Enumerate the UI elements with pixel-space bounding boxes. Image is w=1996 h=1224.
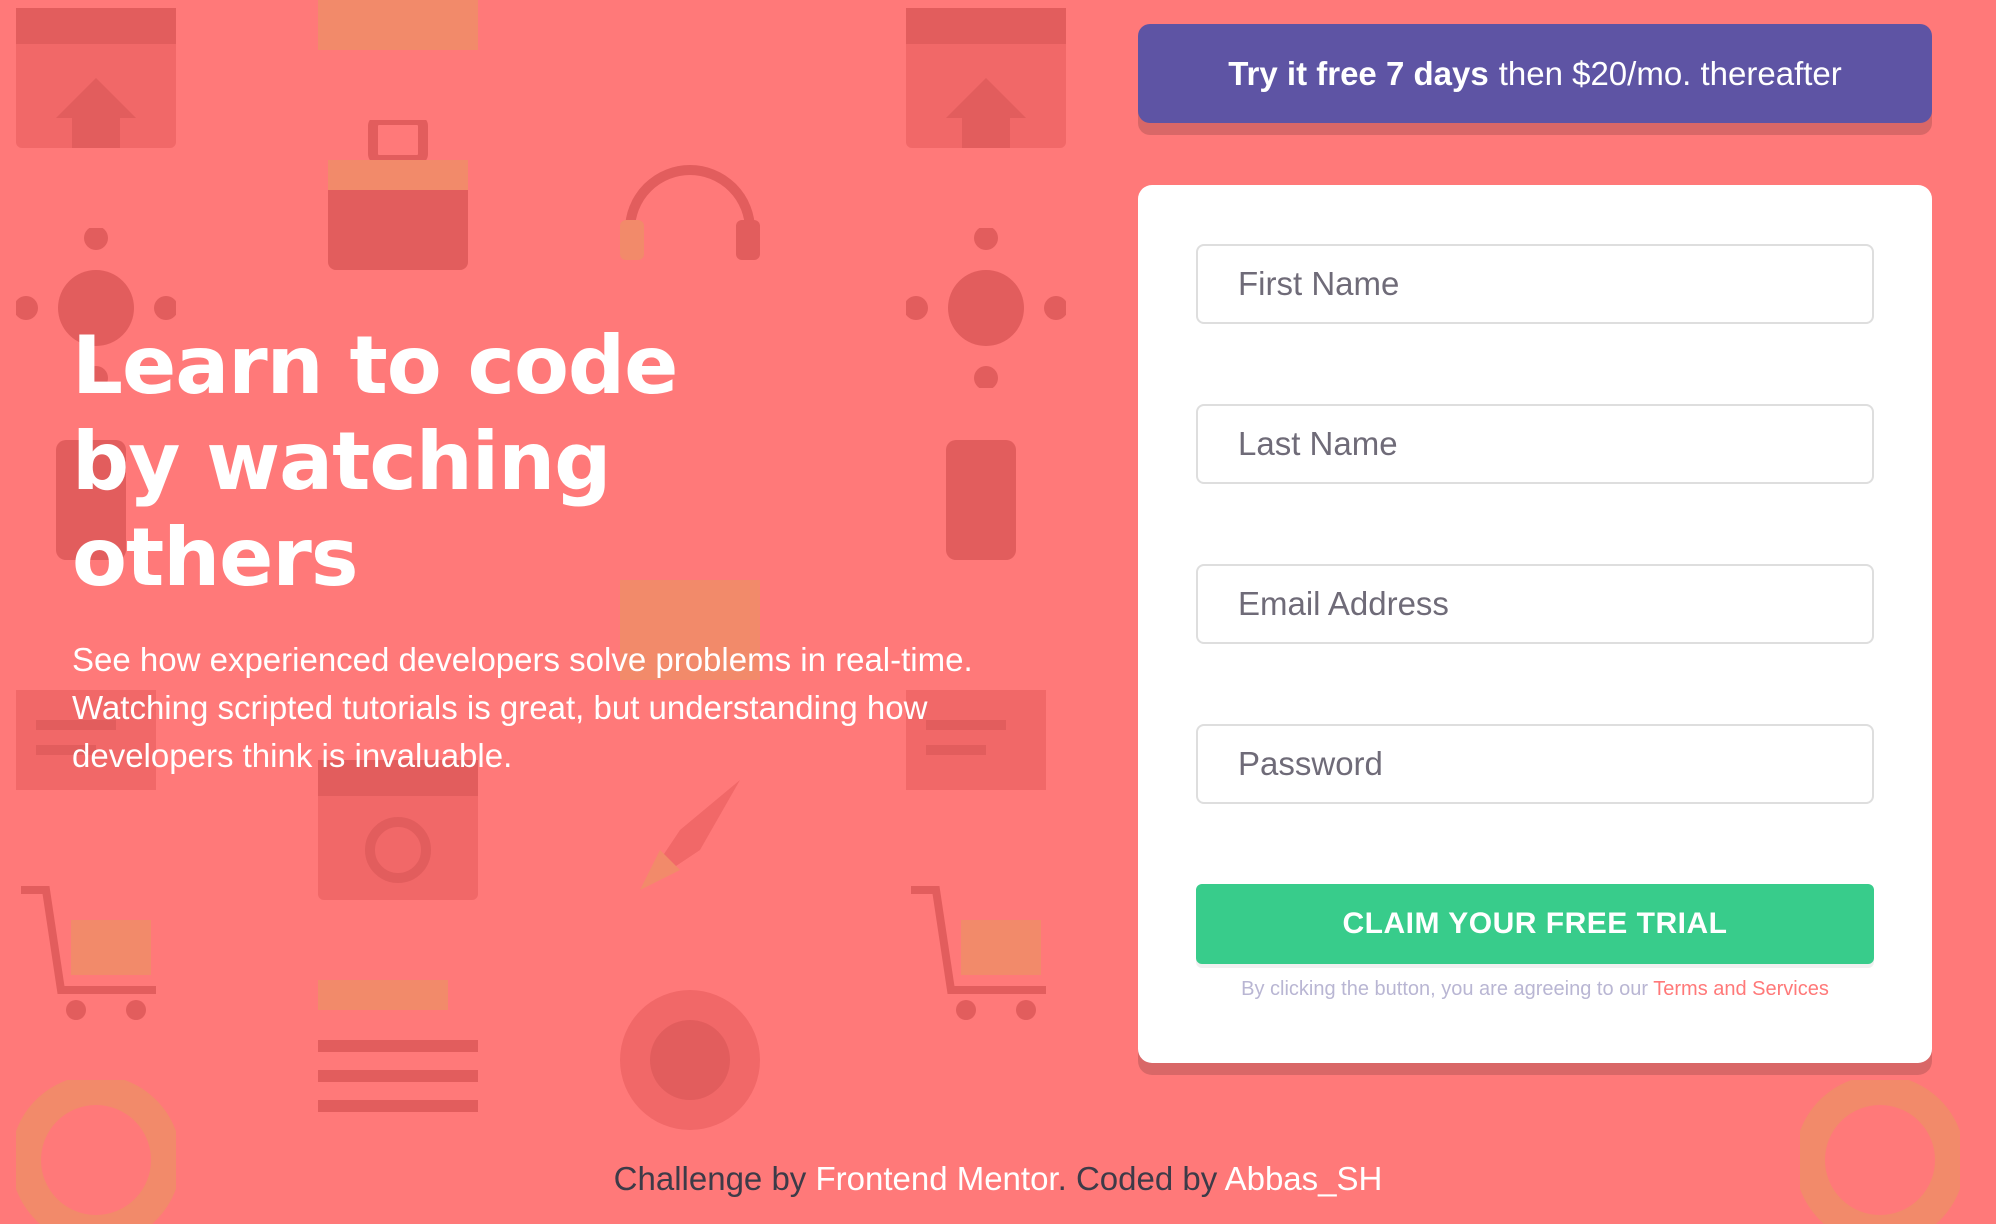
life-ring-icon [1800, 1080, 1960, 1224]
claim-trial-button[interactable]: CLAIM YOUR FREE TRIAL [1196, 884, 1874, 964]
coder-link[interactable]: Abbas_SH [1225, 1160, 1383, 1197]
password-input[interactable] [1196, 724, 1874, 804]
terms-prefix: By clicking the button, you are agreeing… [1241, 978, 1649, 1000]
promo-rest-text: then $20/mo. thereafter [1498, 54, 1842, 92]
attribution-footer: Challenge by Frontend Mentor. Coded by A… [0, 1160, 1996, 1198]
terms-link[interactable]: Terms and Services [1653, 978, 1829, 1000]
headset-icon [610, 140, 770, 300]
signup-form: CLAIM YOUR FREE TRIAL By clicking the bu… [1138, 185, 1932, 1063]
toolbox-icon [318, 120, 478, 280]
terms-notice: By clicking the button, you are agreeing… [1196, 978, 1874, 1001]
hero-title: Learn to code by watching others [72, 319, 678, 604]
shopping-cart-icon [16, 880, 176, 1040]
coded-by-text: . Coded by [1057, 1160, 1218, 1197]
key-icon [318, 980, 478, 1140]
frontend-mentor-link[interactable]: Frontend Mentor [815, 1160, 1057, 1197]
email-input[interactable] [1196, 564, 1874, 644]
browser-window-icon [906, 8, 1066, 168]
rocket-icon [610, 760, 770, 920]
promo-banner: Try it free 7 days then $20/mo. thereaft… [1138, 24, 1932, 123]
browser-window-icon [318, 760, 478, 920]
hero-section: Learn to code by watching others See how… [72, 318, 1072, 780]
life-ring-icon [16, 1080, 176, 1224]
shopping-cart-icon [906, 880, 1066, 1040]
challenge-by-text: Challenge by [613, 1160, 807, 1197]
browser-window-icon [16, 8, 176, 168]
gear-globe-icon [610, 980, 770, 1140]
hero-description: See how experienced developers solve pro… [72, 641, 973, 774]
last-name-input[interactable] [1196, 404, 1874, 484]
promo-strong-text: Try it free 7 days [1228, 54, 1489, 92]
first-name-input[interactable] [1196, 244, 1874, 324]
